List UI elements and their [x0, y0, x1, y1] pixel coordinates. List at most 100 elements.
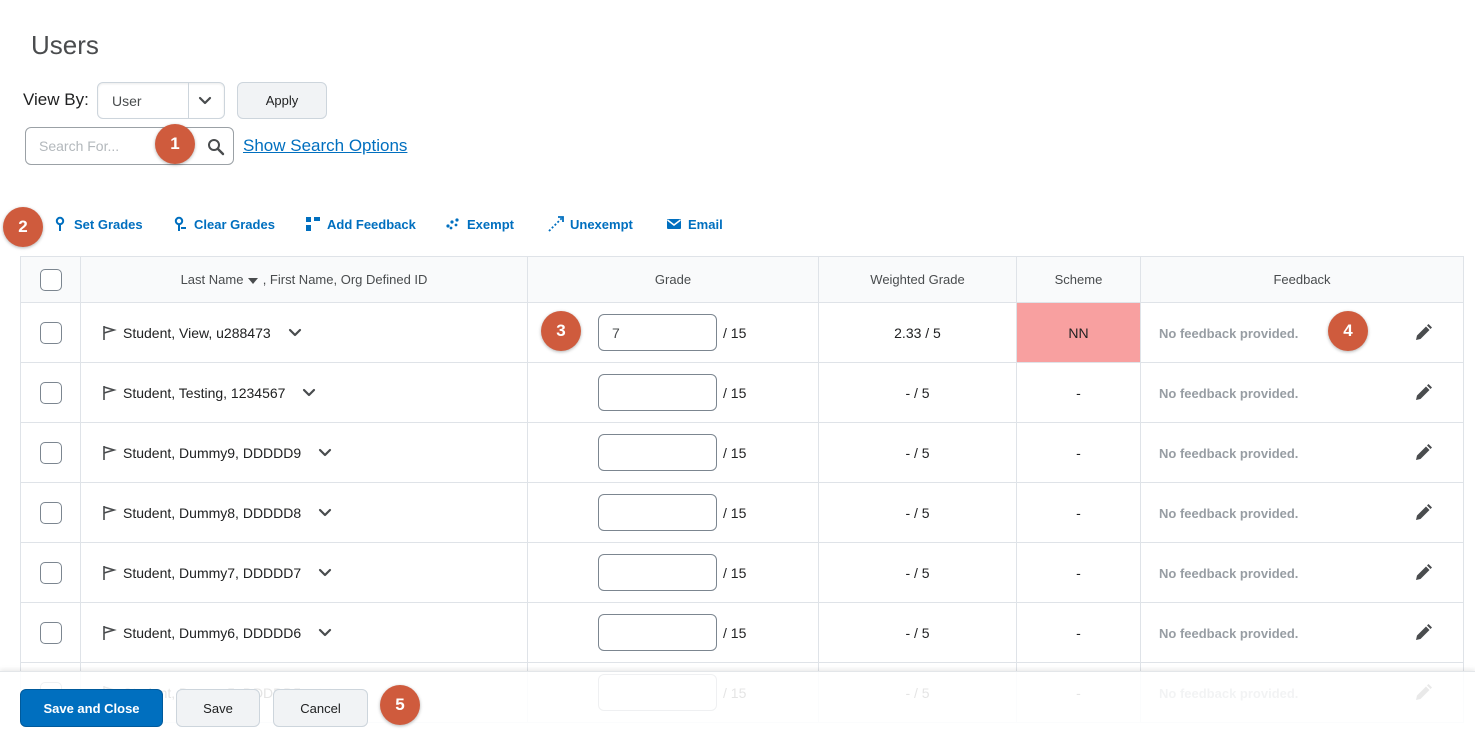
pencil-icon[interactable] — [1413, 443, 1433, 463]
email-button[interactable]: Email — [666, 216, 723, 232]
name-column-rest-label[interactable]: , First Name, Org Defined ID — [263, 272, 428, 287]
grade-wrap: / 15 — [598, 314, 818, 351]
pencil-icon[interactable] — [1413, 503, 1433, 523]
grade-column-header: Grade — [527, 256, 819, 303]
view-by-selected-value: User — [112, 93, 142, 109]
flag-icon[interactable] — [101, 505, 117, 521]
set-grades-label: Set Grades — [74, 216, 143, 232]
row-checkbox[interactable] — [39, 321, 62, 344]
feedback-column-header: Feedback — [1140, 256, 1464, 303]
pencil-icon[interactable] — [1413, 623, 1433, 643]
flag-icon[interactable] — [101, 625, 117, 641]
grade-max: / 15 — [723, 564, 747, 581]
row-checkbox[interactable] — [39, 441, 62, 464]
grades-table: Last Name , First Name, Org Defined ID G… — [20, 256, 1464, 723]
grade-input[interactable] — [598, 374, 717, 411]
row-checkbox[interactable] — [39, 561, 62, 584]
feedback-text: No feedback provided. — [1159, 565, 1299, 581]
row-checkbox[interactable] — [39, 501, 62, 524]
chevron-down-icon[interactable] — [315, 443, 335, 463]
chevron-down-icon[interactable] — [299, 383, 319, 403]
student-name[interactable]: Student, View, u288473 — [123, 325, 271, 341]
grade-wrap: / 15 — [598, 554, 818, 591]
student-name-cell: Student, Dummy7, DDDDD7 — [80, 542, 528, 603]
page-title: Users — [31, 30, 99, 60]
add-feedback-label: Add Feedback — [327, 216, 416, 232]
cancel-button[interactable]: Cancel — [273, 689, 368, 727]
grade-wrap: / 15 — [598, 434, 818, 471]
student-name[interactable]: Student, Testing, 1234567 — [123, 385, 285, 401]
add-feedback-icon — [306, 217, 320, 231]
chevron-down-icon[interactable] — [315, 563, 335, 583]
scheme-cell: - — [1016, 422, 1141, 483]
unexempt-label: Unexempt — [570, 216, 633, 232]
apply-button[interactable]: Apply — [237, 82, 327, 119]
sort-descending-icon — [248, 277, 259, 284]
callout-marker-5: 5 — [380, 685, 420, 725]
grade-cell: / 15 — [527, 362, 819, 423]
row-select-cell — [20, 602, 81, 663]
feedback-text: No feedback provided. — [1159, 385, 1299, 401]
grade-cell: / 15 — [527, 302, 819, 363]
table-body: Student, View, u288473 / 15 2.33 / 5NN No f… — [20, 302, 1464, 723]
save-and-close-button[interactable]: Save and Close — [20, 689, 163, 727]
unexempt-button[interactable]: Unexempt — [548, 216, 633, 232]
feedback-text: No feedback provided. — [1159, 445, 1299, 461]
feedback-cell: No feedback provided. — [1140, 362, 1464, 423]
flag-icon[interactable] — [101, 565, 117, 581]
grade-input[interactable] — [598, 614, 717, 651]
feedback-cell: No feedback provided. — [1140, 602, 1464, 663]
footer-action-bar: Save and Close Save Cancel 5 — [0, 671, 1475, 733]
table-row: Student, View, u288473 / 15 2.33 / 5NN No f… — [20, 302, 1464, 363]
pencil-icon[interactable] — [1413, 383, 1433, 403]
exempt-button[interactable]: Exempt — [445, 216, 514, 232]
show-search-options-link[interactable]: Show Search Options — [243, 136, 407, 156]
set-grades-button[interactable]: Set Grades — [52, 216, 143, 232]
chevron-down-icon[interactable] — [315, 623, 335, 643]
student-name[interactable]: Student, Dummy8, DDDDD8 — [123, 505, 301, 521]
grade-wrap: / 15 — [598, 614, 818, 651]
exempt-icon — [446, 218, 459, 230]
grade-max: / 15 — [723, 444, 747, 461]
grade-input[interactable] — [598, 554, 717, 591]
search-icon[interactable] — [206, 137, 226, 157]
student-name-cell: Student, View, u288473 — [80, 302, 528, 363]
grade-input[interactable] — [598, 314, 717, 351]
weighted-grade-cell: - / 5 — [818, 542, 1017, 603]
grade-cell: / 15 — [527, 482, 819, 543]
sort-last-name-label[interactable]: Last Name — [181, 272, 244, 287]
table-row: Student, Testing, 1234567 / 15 - / 5- No fe… — [20, 362, 1464, 423]
weighted-grade-cell: - / 5 — [818, 602, 1017, 663]
flag-icon[interactable] — [101, 445, 117, 461]
callout-marker-2: 2 — [3, 207, 43, 247]
student-name[interactable]: Student, Dummy7, DDDDD7 — [123, 565, 301, 581]
pencil-icon[interactable] — [1413, 323, 1433, 343]
row-checkbox[interactable] — [39, 381, 62, 404]
student-name[interactable]: Student, Dummy9, DDDDD9 — [123, 445, 301, 461]
chevron-down-icon — [198, 96, 212, 105]
flag-icon[interactable] — [101, 325, 117, 341]
grade-wrap: / 15 — [598, 494, 818, 531]
name-column-header[interactable]: Last Name , First Name, Org Defined ID — [80, 256, 528, 303]
student-name-wrap: Student, Dummy7, DDDDD7 — [101, 563, 527, 583]
student-name-cell: Student, Dummy9, DDDDD9 — [80, 422, 528, 483]
pencil-icon[interactable] — [1413, 563, 1433, 583]
grade-input[interactable] — [598, 494, 717, 531]
grade-max: / 15 — [723, 324, 747, 341]
grade-input[interactable] — [598, 434, 717, 471]
save-button[interactable]: Save — [176, 689, 260, 727]
row-checkbox[interactable] — [39, 621, 62, 644]
chevron-down-icon[interactable] — [315, 503, 335, 523]
select-all-checkbox[interactable] — [39, 268, 62, 291]
add-feedback-button[interactable]: Add Feedback — [305, 216, 416, 232]
grades-table-container: Last Name , First Name, Org Defined ID G… — [20, 256, 1475, 733]
table-row: Student, Dummy9, DDDDD9 / 15 - / 5- No feed… — [20, 422, 1464, 483]
grade-max: / 15 — [723, 384, 747, 401]
chevron-down-icon[interactable] — [285, 323, 305, 343]
student-name[interactable]: Student, Dummy6, DDDDD6 — [123, 625, 301, 641]
view-by-select[interactable]: User — [97, 82, 225, 119]
flag-icon[interactable] — [101, 385, 117, 401]
feedback-cell: No feedback provided. — [1140, 302, 1464, 363]
grade-cell: / 15 — [527, 422, 819, 483]
clear-grades-button[interactable]: Clear Grades — [172, 216, 275, 232]
